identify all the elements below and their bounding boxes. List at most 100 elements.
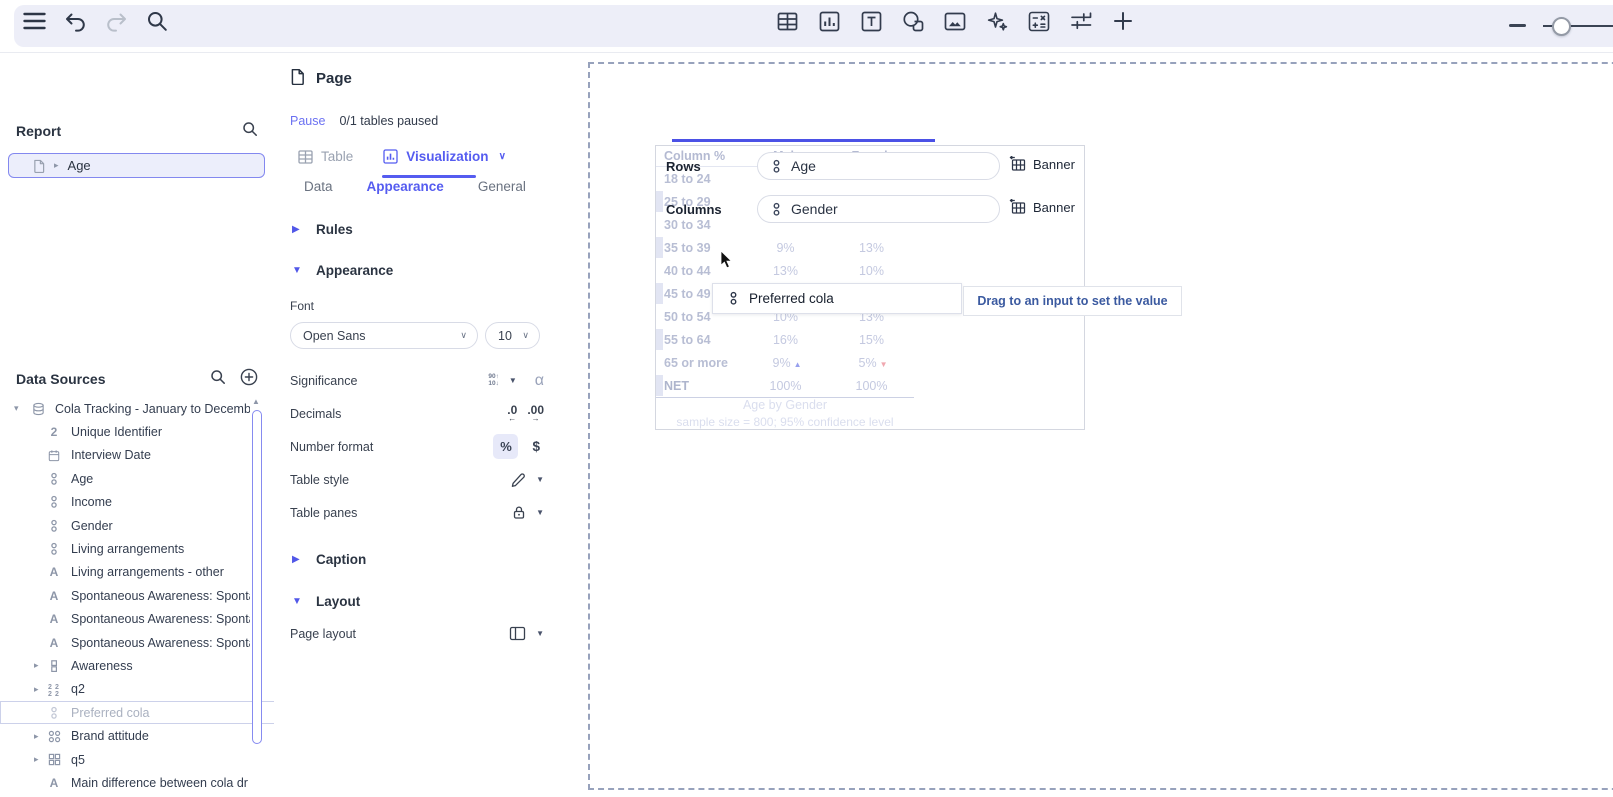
insert-text-icon[interactable]: [859, 9, 883, 33]
tree-item[interactable]: Gender: [0, 514, 274, 537]
section-rules[interactable]: ▶ Rules: [292, 222, 544, 237]
section-appearance[interactable]: ▼ Appearance: [292, 263, 544, 278]
tree-item[interactable]: A Main difference between cola dr: [0, 771, 274, 794]
alpha-button[interactable]: α: [535, 372, 544, 390]
row-label: NET: [664, 378, 689, 393]
significance-arrow: ▼: [879, 359, 888, 369]
tree-item[interactable]: Income: [0, 491, 274, 514]
section-caption[interactable]: ▶ Caption: [292, 552, 544, 567]
add-plus-icon[interactable]: [1111, 9, 1135, 33]
tree-item[interactable]: Interview Date: [0, 444, 274, 467]
data-sources-tree: Cola Tracking - January to Decemb 2 Uniq…: [0, 397, 274, 797]
expand-arrow-icon[interactable]: [34, 724, 39, 747]
table-row: 55 to 64 16% 15%: [656, 328, 914, 351]
toolbar-left-group: [22, 0, 169, 42]
pause-link[interactable]: Pause: [290, 114, 325, 128]
data-sources-search-icon[interactable]: [210, 369, 226, 388]
columns-input[interactable]: Gender: [757, 195, 1000, 223]
rows-input[interactable]: Age: [757, 152, 1000, 180]
categorical-variable-icon: [772, 202, 781, 217]
zoom-out-icon[interactable]: [1509, 24, 1526, 27]
page-layout-icon[interactable]: [509, 626, 526, 641]
expand-arrow-icon[interactable]: [34, 748, 39, 771]
percent-format-button[interactable]: %: [493, 434, 519, 459]
tree-item[interactable]: Age: [0, 467, 274, 490]
rows-banner-button[interactable]: Banner: [1008, 156, 1075, 172]
currency-format-button[interactable]: $: [528, 439, 544, 454]
insert-chart-icon[interactable]: [817, 9, 841, 33]
page-icon: [33, 159, 45, 173]
page-icon: [290, 68, 305, 89]
app-window: Report ▸ Age Data Sources ▾ Cola Trackin…: [0, 0, 1613, 797]
expand-arrow-icon[interactable]: [14, 397, 19, 420]
lock-icon[interactable]: [512, 505, 526, 520]
report-item-age[interactable]: ▸ Age: [8, 153, 265, 178]
search-icon[interactable]: [145, 9, 169, 33]
controls-sliders-icon[interactable]: [1069, 9, 1093, 33]
add-data-source-icon[interactable]: [240, 368, 258, 389]
expand-arrow-icon[interactable]: [34, 678, 39, 701]
report-search-icon[interactable]: [242, 121, 258, 140]
expand-arrow-icon[interactable]: ▸: [54, 160, 59, 171]
tree-item[interactable]: 2 Unique Identifier: [0, 420, 274, 443]
tree-item[interactable]: A Spontaneous Awareness: Sponta: [0, 631, 274, 654]
redo-icon[interactable]: [104, 9, 128, 33]
calculation-icon[interactable]: [1027, 9, 1051, 33]
tree-item[interactable]: A Spontaneous Awareness: Sponta: [0, 584, 274, 607]
dropdown-caret-icon[interactable]: ▼: [536, 629, 544, 638]
decimals-label: Decimals: [290, 406, 342, 421]
section-layout[interactable]: ▼ Layout: [292, 594, 544, 609]
tab-data[interactable]: Data: [304, 179, 333, 194]
dropdown-caret-icon[interactable]: ▼: [536, 508, 544, 517]
tree-item[interactable]: A Living arrangements - other: [0, 561, 274, 584]
tree-item-label: Cola Tracking - January to Decemb: [55, 401, 250, 416]
tree-item[interactable]: A Spontaneous Awareness: Sponta: [0, 608, 274, 631]
ai-sparkle-icon[interactable]: [985, 9, 1009, 33]
drag-tooltip: Drag to an input to set the value: [963, 286, 1182, 316]
tree-item-label: Spontaneous Awareness: Sponta: [71, 612, 250, 627]
tree-item-label: Gender: [71, 518, 113, 533]
insert-table-icon[interactable]: [775, 9, 799, 33]
tree-item[interactable]: Cola Tracking - January to Decemb: [0, 397, 274, 420]
dropdown-caret-icon[interactable]: ▼: [509, 376, 517, 385]
tab-table[interactable]: Table: [298, 149, 353, 164]
columns-banner-button[interactable]: Banner: [1008, 199, 1075, 215]
table-style-label: Table style: [290, 472, 350, 487]
table-row: 35 to 39 9% 13%: [656, 236, 914, 259]
tab-visualization[interactable]: Visualization ∨: [383, 149, 506, 164]
tab-general[interactable]: General: [478, 179, 526, 194]
insert-image-icon[interactable]: [943, 9, 967, 33]
toolbar-insert-group: [775, 0, 1135, 42]
significance-arrows-icon[interactable]: 90↑ 10↓: [488, 373, 498, 387]
crosstab-table: Column % Male Female 18 to 24 25 to 29 1…: [656, 146, 914, 429]
decrease-decimals-button[interactable]: .0 ←: [507, 404, 517, 423]
font-size-select[interactable]: 10 ∨: [485, 322, 540, 349]
tree-item[interactable]: q5: [0, 748, 274, 771]
dropdown-caret-icon[interactable]: ▼: [536, 475, 544, 484]
tree-item[interactable]: Brand attitude: [0, 724, 274, 747]
data-sources-scrollbar[interactable]: [252, 410, 262, 744]
significance-label: Significance: [290, 373, 358, 388]
tree-item[interactable]: Living arrangements: [0, 537, 274, 560]
variable-type-icon: [46, 449, 62, 462]
zoom-slider-handle[interactable]: [1552, 17, 1571, 36]
scrollbar-up-icon[interactable]: ▲: [252, 397, 260, 406]
tree-item[interactable]: Preferred cola: [0, 701, 274, 725]
variable-type-icon: [46, 542, 62, 556]
tree-item-label: Spontaneous Awareness: Sponta: [71, 588, 250, 603]
mouse-cursor: [720, 250, 733, 274]
expand-arrow-icon[interactable]: [34, 654, 39, 677]
menu-icon[interactable]: [22, 9, 46, 33]
tab-appearance[interactable]: Appearance: [367, 179, 444, 194]
insert-shapes-icon[interactable]: [901, 9, 925, 33]
pen-icon[interactable]: [510, 472, 526, 488]
row-label: 55 to 64: [664, 332, 711, 347]
tree-item-label: Age: [71, 471, 94, 486]
tree-item[interactable]: Awareness: [0, 654, 274, 677]
chevron-down-icon: ∨: [498, 151, 506, 162]
font-family-select[interactable]: Open Sans ∨: [290, 322, 478, 349]
undo-icon[interactable]: [63, 9, 87, 33]
table-title: Age by Gender: [742, 398, 828, 412]
tree-item[interactable]: 2222 q2: [0, 678, 274, 701]
increase-decimals-button[interactable]: .00 →: [527, 404, 544, 423]
